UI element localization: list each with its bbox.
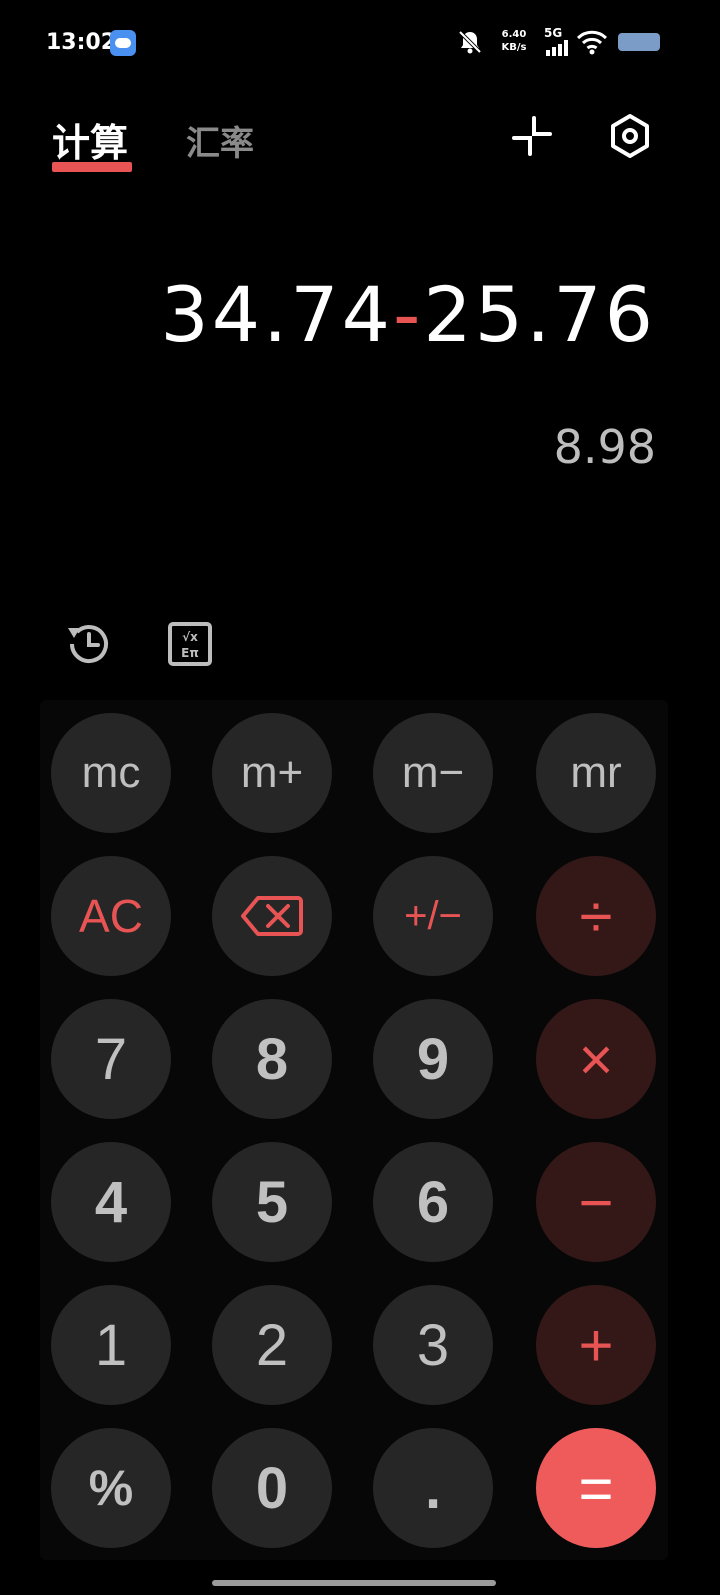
digit-4-button[interactable]: 4: [51, 1142, 171, 1262]
decimal-button[interactable]: .: [373, 1428, 493, 1548]
digit-5-button[interactable]: 5: [212, 1142, 332, 1262]
scientific-mode-icon[interactable]: √x Eπ: [164, 618, 216, 670]
operand-1: 34.74: [160, 270, 393, 359]
svg-text:Eπ: Eπ: [181, 646, 199, 660]
battery-icon: [618, 33, 660, 51]
plus-button[interactable]: +: [536, 1285, 656, 1405]
minus-button[interactable]: −: [536, 1142, 656, 1262]
home-indicator[interactable]: [212, 1580, 496, 1586]
multiply-button[interactable]: ×: [536, 999, 656, 1119]
svg-text:√x: √x: [182, 630, 198, 644]
backspace-icon: [241, 896, 303, 936]
network-speed-unit: KB/s: [501, 42, 527, 53]
digit-6-button[interactable]: 6: [373, 1142, 493, 1262]
equals-button[interactable]: =: [536, 1428, 656, 1548]
digit-3-button[interactable]: 3: [373, 1285, 493, 1405]
digit-0-button[interactable]: 0: [212, 1428, 332, 1548]
network-type: 5G: [544, 26, 563, 40]
compact-mode-icon[interactable]: [508, 112, 556, 160]
wifi-icon: [576, 30, 608, 55]
network-speed-value: 6.40: [501, 29, 527, 40]
network-speed: 6.40 KB/s: [496, 28, 532, 54]
keypad: mc m+ m− mr AC +/− ÷ 7 8 9 × 4 5 6 − 1 2…: [40, 700, 668, 1560]
result-preview: 8.98: [553, 420, 656, 474]
signal-icon: [546, 40, 570, 56]
settings-icon[interactable]: [606, 112, 654, 160]
digit-7-button[interactable]: 7: [51, 999, 171, 1119]
calculator-screen: 13:02 6.40 KB/s 5G 计算 汇率 34.74-25.76 8.9…: [0, 0, 720, 1595]
operand-2: 25.76: [423, 270, 656, 359]
bell-off-icon: [458, 30, 482, 54]
memory-subtract-button[interactable]: m−: [373, 713, 493, 833]
tab-exchange-rate[interactable]: 汇率: [186, 116, 254, 165]
status-bar: 13:02 6.40 KB/s 5G: [0, 0, 720, 88]
digit-8-button[interactable]: 8: [212, 999, 332, 1119]
percent-button[interactable]: %: [51, 1428, 171, 1548]
active-tab-indicator: [52, 162, 132, 172]
digit-2-button[interactable]: 2: [212, 1285, 332, 1405]
plus-minus-button[interactable]: +/−: [373, 856, 493, 976]
expression-display: 34.74-25.76: [160, 270, 656, 359]
digit-1-button[interactable]: 1: [51, 1285, 171, 1405]
divide-button[interactable]: ÷: [536, 856, 656, 976]
history-icon[interactable]: [62, 618, 114, 670]
expression-operator: -: [392, 270, 424, 359]
memory-recall-button[interactable]: mr: [536, 713, 656, 833]
cloud-app-icon: [110, 30, 136, 56]
memory-clear-button[interactable]: mc: [51, 713, 171, 833]
all-clear-button[interactable]: AC: [51, 856, 171, 976]
backspace-button[interactable]: [212, 856, 332, 976]
tab-calculator[interactable]: 计算: [52, 112, 128, 167]
memory-add-button[interactable]: m+: [212, 713, 332, 833]
status-time: 13:02: [46, 30, 117, 55]
digit-9-button[interactable]: 9: [373, 999, 493, 1119]
